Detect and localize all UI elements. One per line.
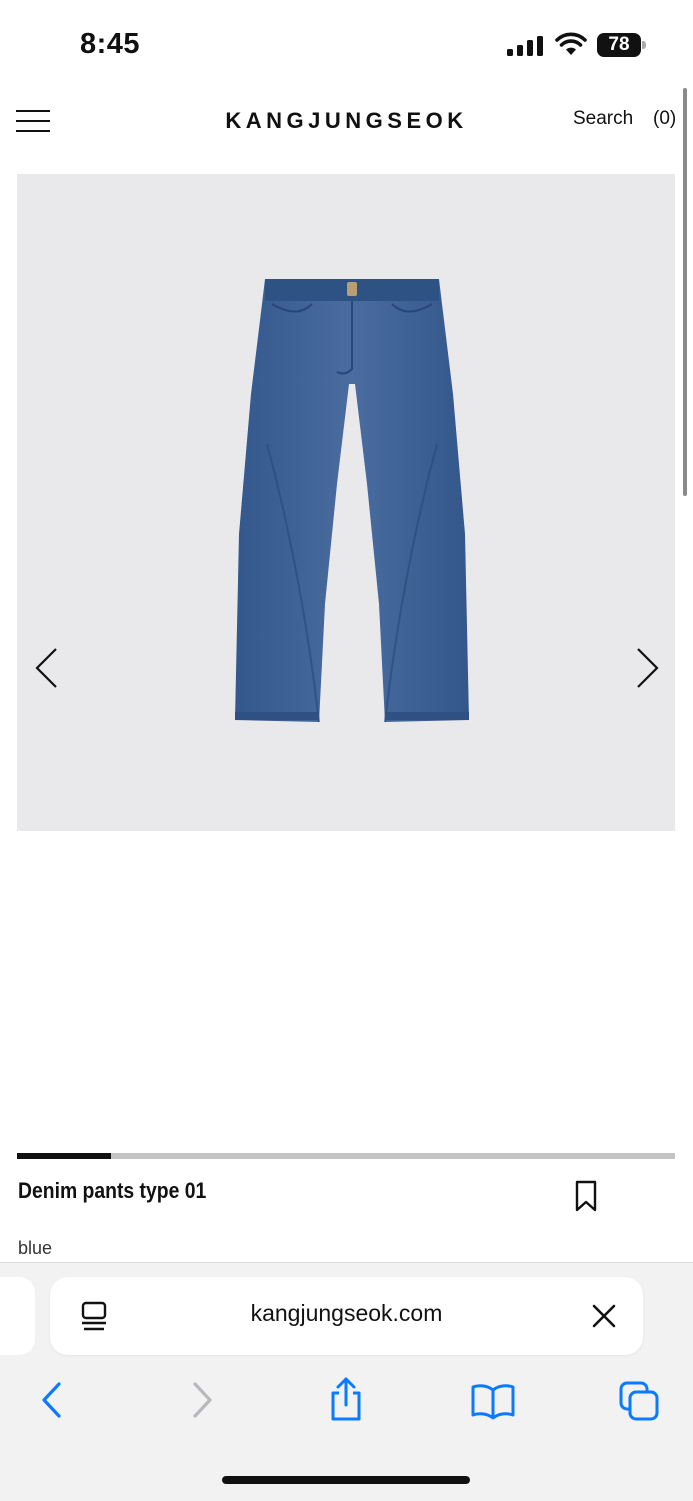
battery-cap [642,41,646,49]
cellular-signal-icon [507,36,543,56]
product-gallery[interactable] [17,174,675,831]
previous-tab-preview[interactable] [0,1277,35,1355]
back-icon[interactable] [38,1380,66,1420]
gallery-progress [17,1153,675,1159]
page-scrollbar[interactable] [683,88,687,496]
previous-image-arrow[interactable] [32,646,62,690]
battery-level: 78 [597,33,641,57]
wishlist-bookmark-icon[interactable] [574,1180,598,1212]
forward-icon[interactable] [188,1380,216,1420]
gallery-progress-fill [17,1153,112,1159]
cart-link[interactable]: (0) [653,108,676,130]
next-image-arrow[interactable] [632,646,662,690]
tabs-icon[interactable] [618,1380,660,1422]
close-icon[interactable] [592,1304,616,1328]
home-indicator[interactable] [222,1476,470,1484]
address-text[interactable]: kangjungseok.com [50,1300,643,1327]
status-time: 8:45 [80,28,141,60]
battery-indicator: 78 [597,33,647,57]
bookmarks-icon[interactable] [470,1382,516,1420]
product-name: Denim pants type 01 [18,1178,207,1203]
share-icon[interactable] [328,1376,364,1422]
product-image [235,279,469,723]
wifi-icon [555,32,587,55]
search-link[interactable]: Search [573,108,633,130]
product-color: blue [18,1238,53,1258]
